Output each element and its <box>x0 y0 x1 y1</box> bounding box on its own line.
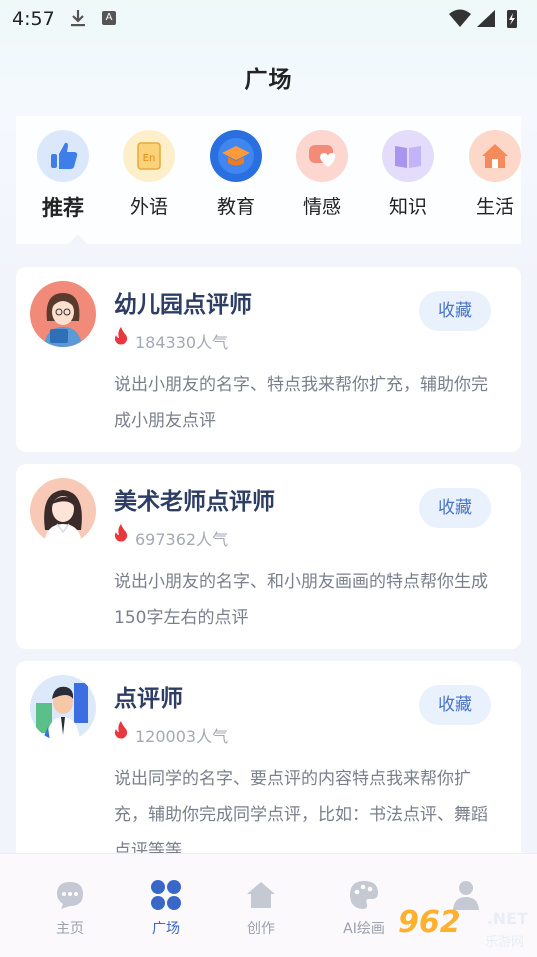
category-knowledge[interactable]: 知识 <box>373 130 443 219</box>
nav-label: AI绘画 <box>343 921 385 937</box>
card-description: 说出小朋友的名字、和小朋友画画的特点帮你生成150字左右的点评 <box>114 572 488 628</box>
popularity-count: 184330人气 <box>135 333 229 352</box>
status-bar: 4:57 A <box>0 0 537 36</box>
fire-icon <box>114 721 128 739</box>
watermark-number: 962 <box>398 905 461 940</box>
category-education[interactable]: 教育 <box>201 130 271 219</box>
nav-square[interactable]: 广场 <box>126 878 206 938</box>
category-label: 生活 <box>475 196 514 218</box>
nav-label: 广场 <box>152 921 180 937</box>
a-icon: A <box>102 11 116 25</box>
avatar <box>30 675 96 741</box>
favorite-button[interactable]: 收藏 <box>419 291 491 331</box>
chat-bubble-icon <box>57 882 83 909</box>
watermark-sub: 乐游网 <box>484 935 524 950</box>
category-label: 外语 <box>129 196 168 218</box>
home-icon <box>247 882 275 908</box>
favorite-button[interactable]: 收藏 <box>419 685 491 725</box>
thumbs-up-icon <box>37 130 89 182</box>
category-bar: 推荐 En 外语 教育 情感 知识 生活 <box>16 116 521 244</box>
popularity-count: 120003人气 <box>135 727 229 746</box>
wifi-icon <box>449 9 471 27</box>
heart-chat-icon <box>296 130 348 182</box>
nav-home[interactable]: 主页 <box>30 878 110 938</box>
grid-icon <box>151 880 181 910</box>
download-icon <box>71 10 85 27</box>
page-title: 广场 <box>244 67 293 93</box>
watermark-logo: 962 .NET 乐游网 <box>398 905 532 951</box>
system-status-icons <box>449 9 517 28</box>
svg-text:En: En <box>143 153 156 164</box>
category-life[interactable]: 生活 <box>460 130 521 219</box>
avatar <box>30 478 96 544</box>
nav-create[interactable]: 创作 <box>221 878 301 938</box>
fire-icon <box>114 524 128 542</box>
assistant-card[interactable]: 美术老师点评师 697362人气 说出小朋友的名字、和小朋友画画的特点帮你生成1… <box>16 464 521 649</box>
category-label: 情感 <box>302 196 341 218</box>
home-icon <box>469 130 521 182</box>
active-indicator <box>69 234 87 244</box>
category-foreign-language[interactable]: En 外语 <box>114 130 184 219</box>
palette-icon <box>350 881 378 909</box>
status-time: 4:57 <box>12 8 55 30</box>
nav-label: 创作 <box>247 921 275 937</box>
category-label: 知识 <box>388 196 427 218</box>
category-emotion[interactable]: 情感 <box>287 130 357 219</box>
nav-label: 主页 <box>56 921 84 937</box>
popularity-count: 697362人气 <box>135 530 229 549</box>
card-title: 点评师 <box>114 686 183 712</box>
signal-icon <box>477 10 495 27</box>
category-label: 教育 <box>216 196 255 218</box>
card-title: 美术老师点评师 <box>114 489 275 515</box>
fire-icon <box>114 327 128 345</box>
assistant-card[interactable]: 点评师 120003人气 说出同学的名字、要点评的内容特点我来帮你扩充，辅助你完… <box>16 661 521 871</box>
avatar <box>30 281 96 347</box>
open-book-icon <box>382 130 434 182</box>
graduation-cap-icon <box>210 130 262 182</box>
en-book-icon: En <box>123 130 175 182</box>
watermark-domain: .NET <box>486 909 528 928</box>
nav-ai-drawing[interactable]: AI绘画 <box>324 878 404 938</box>
card-title: 幼儿园点评师 <box>114 292 252 318</box>
category-recommend[interactable]: 推荐 <box>28 130 98 222</box>
card-description: 说出小朋友的名字、特点我来帮你扩充，辅助你完成小朋友点评 <box>114 375 488 431</box>
category-label: 推荐 <box>42 196 84 220</box>
favorite-button[interactable]: 收藏 <box>419 488 491 528</box>
assistant-card[interactable]: 幼儿园点评师 184330人气 说出小朋友的名字、特点我来帮你扩充，辅助你完成小… <box>16 267 521 452</box>
